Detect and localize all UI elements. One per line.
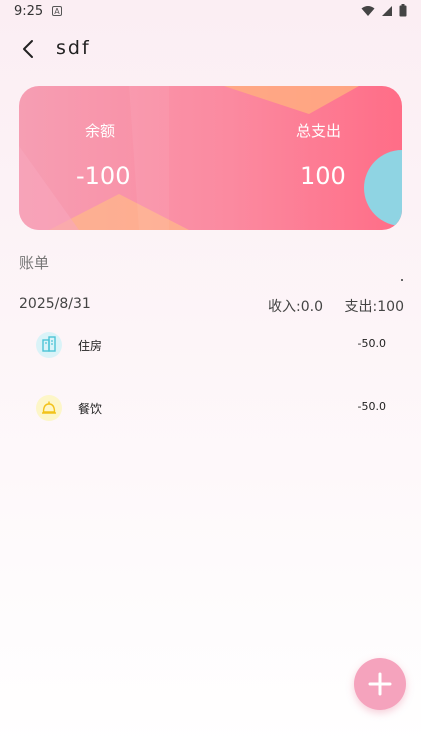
bill-category: 餐饮 bbox=[78, 402, 103, 416]
bill-category: 住房 bbox=[78, 339, 103, 353]
page-title: sdf bbox=[56, 37, 91, 59]
bill-item[interactable]: 住房 -50.0 bbox=[36, 332, 386, 362]
status-icons bbox=[361, 4, 407, 17]
chevron-left-icon bbox=[23, 40, 33, 58]
card-decoration bbox=[19, 86, 402, 230]
dot-mark bbox=[401, 279, 403, 281]
signal-icon bbox=[382, 5, 392, 16]
total-expense-label: 总支出 bbox=[296, 122, 342, 140]
header: sdf bbox=[0, 30, 421, 68]
total-expense-value: 100 bbox=[300, 162, 346, 190]
back-button[interactable] bbox=[16, 36, 42, 62]
balance-label: 余额 bbox=[85, 122, 116, 140]
date-group-header: 2025/8/31 收入:0.0 支出:100 bbox=[19, 296, 404, 316]
balance-value: -100 bbox=[76, 162, 131, 190]
plus-icon bbox=[368, 672, 392, 696]
add-bill-button[interactable] bbox=[354, 658, 406, 710]
status-time: 9:25 bbox=[14, 4, 44, 19]
bill-item[interactable]: 餐饮 -50.0 bbox=[36, 395, 386, 425]
notification-a-icon: A bbox=[52, 6, 62, 16]
bills-section-title: 账单 bbox=[19, 254, 50, 272]
battery-icon bbox=[399, 4, 407, 17]
status-bar: 9:25 A bbox=[0, 0, 421, 24]
group-date: 2025/8/31 bbox=[19, 296, 91, 312]
group-expense: 支出:100 bbox=[344, 299, 404, 315]
wifi-icon bbox=[361, 5, 375, 16]
bill-amount: -50.0 bbox=[357, 337, 386, 350]
dome-food-icon bbox=[36, 395, 62, 421]
bill-amount: -50.0 bbox=[357, 400, 386, 413]
group-income: 收入:0.0 bbox=[268, 299, 323, 315]
summary-card: 余额 -100 总支出 100 bbox=[19, 86, 402, 230]
building-icon bbox=[36, 332, 62, 358]
